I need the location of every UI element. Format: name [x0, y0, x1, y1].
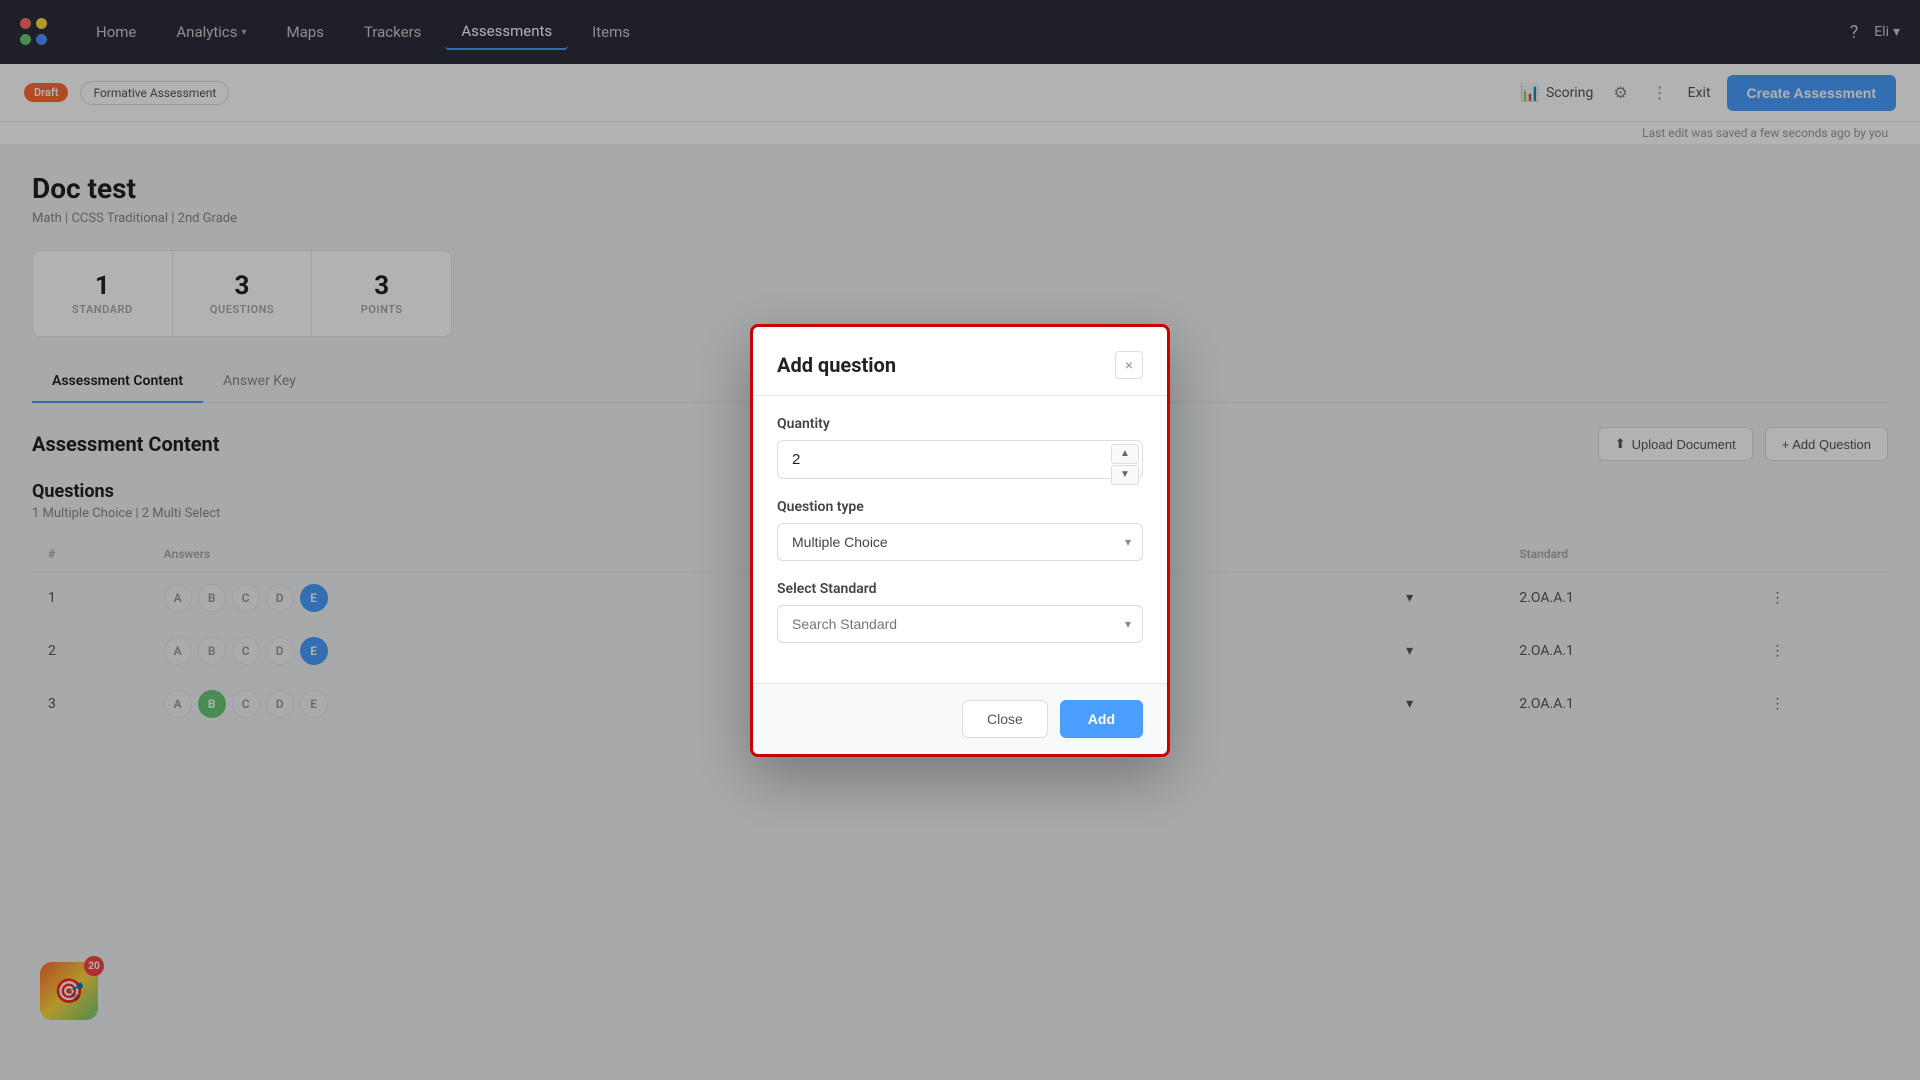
search-standard-input[interactable] — [777, 605, 1143, 643]
quantity-input[interactable] — [777, 440, 1143, 479]
modal-footer: Close Add — [753, 683, 1167, 754]
add-button[interactable]: Add — [1060, 700, 1143, 738]
modal-overlay[interactable]: Add question × Quantity ▲ ▼ Question typ… — [0, 0, 1920, 1080]
search-standard-chevron-icon[interactable]: ▾ — [1125, 617, 1131, 631]
quantity-up-button[interactable]: ▲ — [1111, 444, 1139, 464]
quantity-input-wrapper: ▲ ▼ — [777, 440, 1143, 479]
modal-header: Add question × — [753, 327, 1167, 396]
question-type-select-wrapper: Multiple Choice Multi Select True/False … — [777, 523, 1143, 561]
modal-close-button[interactable]: × — [1115, 351, 1143, 379]
quantity-group: Quantity ▲ ▼ — [777, 416, 1143, 479]
close-button[interactable]: Close — [962, 700, 1048, 738]
search-standard-wrapper: ▾ — [777, 605, 1143, 643]
question-type-select[interactable]: Multiple Choice Multi Select True/False … — [777, 523, 1143, 561]
select-standard-label: Select Standard — [777, 581, 1143, 597]
question-type-label: Question type — [777, 499, 1143, 515]
quantity-spinner: ▲ ▼ — [1111, 444, 1139, 485]
question-type-group: Question type Multiple Choice Multi Sele… — [777, 499, 1143, 561]
select-standard-group: Select Standard ▾ — [777, 581, 1143, 643]
add-question-modal: Add question × Quantity ▲ ▼ Question typ… — [750, 324, 1170, 757]
quantity-down-button[interactable]: ▼ — [1111, 465, 1139, 485]
quantity-label: Quantity — [777, 416, 1143, 432]
modal-body: Quantity ▲ ▼ Question type Multiple Choi… — [753, 396, 1167, 683]
modal-title: Add question — [777, 353, 896, 377]
